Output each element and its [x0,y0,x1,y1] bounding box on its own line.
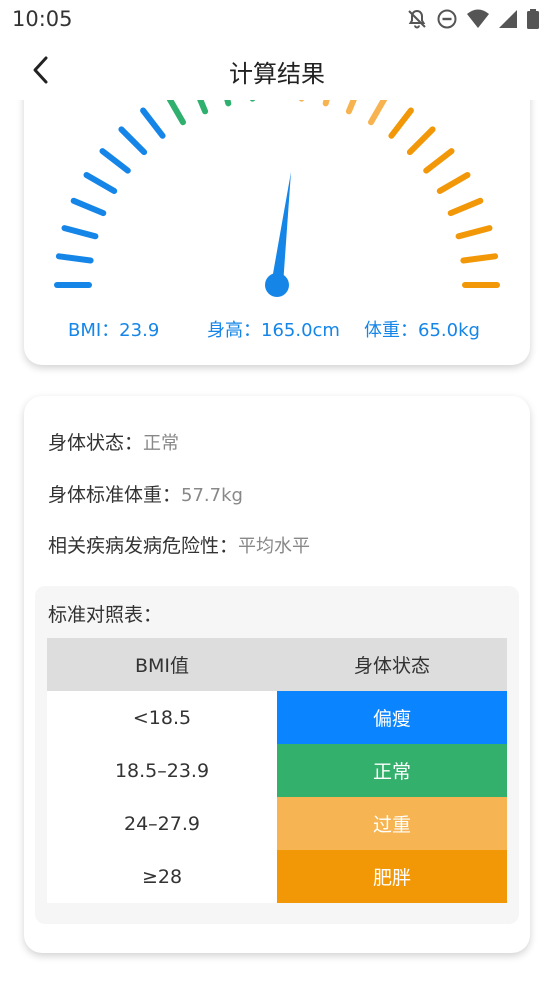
result-card: 身体状态：正常 身体标准体重：57.7kg 相关疾病发病危险性：平均水平 标准对… [24,396,530,953]
status-cell: 偏瘦 [277,691,507,744]
gauge-tick [460,253,499,264]
bmi-range-cell: 18.5–23.9 [47,744,277,797]
body-status-line: 身体状态：正常 [48,428,179,455]
weight-readout: 体重：65.0kg [364,320,480,341]
page-title: 计算结果 [229,60,325,88]
status-cell: 正常 [277,744,507,797]
gauge-tick [118,126,148,156]
gauge-tick [423,148,455,174]
standard-weight-value: 57.7kg [181,485,243,506]
bmi-range-cell: ≥28 [47,850,277,903]
table-row: 24–27.9 过重 [47,797,507,850]
gauge-tick [406,126,436,156]
gauge-tick [140,107,166,139]
gauge-tick [83,172,118,194]
gauge-readouts: BMI：23.9 身高：165.0cm 体重：65.0kg [24,316,530,346]
status-bar: 10:05 [0,0,554,40]
status-cell: 过重 [277,797,507,850]
gauge-tick [55,253,94,264]
gauge-needle [271,172,291,285]
app-bar: 计算结果 [0,40,554,100]
disease-risk-line: 相关疾病发病危险性：平均水平 [48,531,310,558]
height-readout: 身高：165.0cm [207,320,340,341]
table-row: <18.5 偏瘦 [47,691,507,744]
bmi-range-cell: <18.5 [47,691,277,744]
gauge-tick [99,148,131,174]
gauge-tick [436,172,471,194]
table-row: 18.5–23.9 正常 [47,744,507,797]
status-icons [406,8,540,30]
disease-risk-value: 平均水平 [238,536,311,557]
gauge-tick [447,197,484,217]
gauge-tick [70,197,107,217]
battery-icon [526,8,540,30]
standard-weight-line: 身体标准体重：57.7kg [48,480,243,507]
reference-table: BMI值 身体状态 <18.5 偏瘦 18.5–23.9 正常 24–27.9 … [47,638,507,903]
status-time: 10:05 [12,7,73,31]
table-row: ≥28 肥胖 [47,850,507,903]
gauge-tick [455,225,493,240]
column-header-status: 身体状态 [277,638,507,691]
wifi-icon [466,8,490,30]
standard-weight-label: 身体标准体重： [48,484,182,506]
do-not-disturb-icon [436,8,458,30]
notifications-off-icon [406,8,428,30]
cellular-signal-icon [498,8,518,30]
bmi-readout: BMI：23.9 [68,320,160,341]
table-header-row: BMI值 身体状态 [47,638,507,691]
gauge-tick [61,225,99,240]
column-header-bmi: BMI值 [47,638,277,691]
gauge-needle-hub [265,273,289,297]
status-cell: 肥胖 [277,850,507,903]
disease-risk-label: 相关疾病发病危险性： [48,535,239,557]
body-status-value: 正常 [143,433,180,454]
reference-title: 标准对照表： [48,604,163,626]
gauge-card: BMI：23.9 身高：165.0cm 体重：65.0kg [24,60,530,365]
body-status-label: 身体状态： [48,432,144,454]
bmi-range-cell: 24–27.9 [47,797,277,850]
reference-table-box: 标准对照表： BMI值 身体状态 <18.5 偏瘦 18.5–23.9 正常 2… [35,586,519,924]
gauge-tick [388,107,414,139]
